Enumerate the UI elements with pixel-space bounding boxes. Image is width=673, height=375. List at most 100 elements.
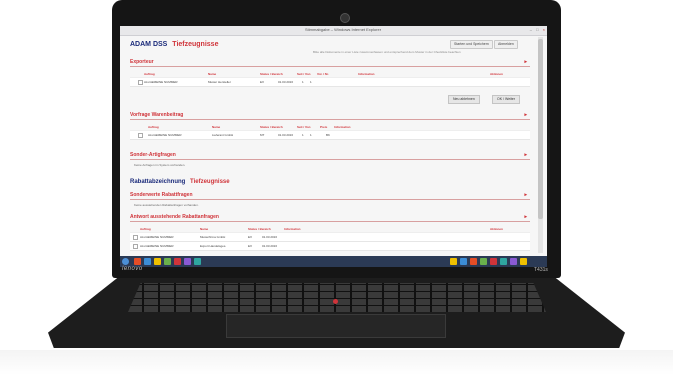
col-seit: Seit / Von [297, 72, 311, 76]
cell-status: EX [260, 80, 265, 84]
expand-icon[interactable]: ▸ [524, 111, 527, 119]
row-checkbox[interactable] [133, 235, 138, 240]
tray-icon[interactable] [520, 258, 527, 265]
cell-date: 01.03.2016 [262, 244, 278, 248]
taskbar-app-icon[interactable] [134, 258, 141, 265]
col-auftrag: Auftrag [144, 72, 155, 76]
expand-icon[interactable]: ▸ [524, 151, 527, 159]
taskbar-app-icon[interactable] [164, 258, 171, 265]
col-information: Information [358, 72, 375, 76]
section-ausstehende-header[interactable]: Antwort ausstehende Rabattanfragen ▸ [130, 213, 530, 222]
tray-icon[interactable] [500, 258, 507, 265]
tray-icon[interactable] [470, 258, 477, 265]
expand-icon[interactable]: ▸ [524, 191, 527, 199]
cell-name: Muster Hersteller [208, 80, 231, 84]
cell-status: EX [248, 244, 253, 248]
maximize-icon[interactable]: □ [536, 27, 538, 32]
table-row[interactable]: ALLGEMEINE NUMMER Lieferant GmbH MT 01.0… [130, 131, 530, 140]
taskbar-app-icon[interactable] [174, 258, 181, 265]
trackpoint-icon [333, 299, 338, 304]
col-auftrag: Auftrag [140, 227, 151, 231]
col-information: Information [284, 227, 301, 231]
close-icon[interactable]: × [543, 27, 545, 32]
laptop-screen: Stimmabgabe – Windows Internet Explorer … [120, 26, 547, 267]
col-aktionen: Aktionen [490, 72, 503, 76]
exporteur-table: Auftrag Name Status / Bereich Seit / Von… [130, 70, 530, 87]
cell-status: MT [260, 133, 265, 137]
window-title: Stimmabgabe – Windows Internet Explorer [305, 27, 382, 32]
cell-nr: 1 [310, 133, 312, 137]
col-aktionen: Aktionen [490, 227, 503, 231]
minimize-icon[interactable]: – [530, 27, 532, 32]
rabatt-heading-main: Rabattabzeichnung [130, 179, 186, 185]
window-titlebar: Stimmabgabe – Windows Internet Explorer … [120, 26, 547, 36]
cell-auftrag: ALLGEMEINE NUMMER [144, 80, 178, 84]
cell-vol: 1 [302, 80, 304, 84]
section-artigfragen-header[interactable]: Sonder-Artigfragen ▸ [130, 151, 530, 160]
window-controls: – □ × [527, 27, 545, 32]
scroll-thumb[interactable] [538, 39, 543, 219]
touchpad [226, 314, 446, 338]
ok-button[interactable]: OK / Weiter [492, 95, 521, 104]
col-vol: Vol. / Nr. [317, 72, 329, 76]
section-warenbeitrag-header[interactable]: Vorfrage Warenbeitrag ▸ [130, 111, 530, 120]
cell-auftrag: ALLGEMEINE NUMMER [148, 133, 182, 137]
table-header: Auftrag Name Status / Bereich Seit / Von… [130, 70, 530, 78]
vertical-scrollbar[interactable] [538, 37, 543, 253]
brand-name: ADAM DSS [130, 41, 168, 48]
keyboard [128, 283, 546, 312]
reject-button[interactable]: Neu ablehnen [448, 95, 480, 104]
taskbar-app-icon[interactable] [144, 258, 151, 265]
cell-auftrag: ALLGEMEINE NUMMER [140, 235, 174, 239]
col-seit: Seit / Von [297, 125, 311, 129]
taskbar-app-icon[interactable] [184, 258, 191, 265]
section-ausstehende-title: Antwort ausstehende Rabattanfragen [130, 214, 219, 220]
cell-auftrag: ALLGEMEINE NUMMER [140, 244, 174, 248]
table-row[interactable]: ALLGEMEINE NUMMER Musterfirma GmbH EX 01… [130, 233, 530, 242]
warenbeitrag-table: Auftrag Name Status / Bereich Seit / Von… [130, 123, 530, 140]
app-page: ADAM DSS Tiefzeugnisse Starten und Speic… [128, 37, 530, 253]
logout-button[interactable]: Abmelden [494, 40, 518, 49]
tray-icon[interactable] [480, 258, 487, 265]
taskbar [120, 256, 547, 267]
col-preis: Preis [320, 125, 328, 129]
cell-date: 01.03.2016 [278, 133, 294, 137]
col-name: Name [200, 227, 209, 231]
table-row[interactable]: ALLGEMEINE NUMMER Muster Hersteller EX 0… [130, 78, 530, 87]
taskbar-app-icon[interactable] [154, 258, 161, 265]
table-header: Auftrag Name Status / Bereich Seit / Von… [130, 123, 530, 131]
model-label: T431s [534, 267, 548, 273]
table-row[interactable]: ALLGEMEINE NUMMER Export Handelsges. EX … [130, 242, 530, 251]
cell-name: Musterfirma GmbH [200, 235, 226, 239]
cell-status: EX [248, 235, 253, 239]
tray-icon[interactable] [510, 258, 517, 265]
rabatt-heading: Rabattabzeichnung Tiefzeugnisse [130, 179, 230, 185]
empty-note: Keine Anfragen im System vorhanden. [134, 163, 186, 167]
section-exporteur-header[interactable]: Exporteur ▸ [130, 58, 530, 67]
tray-icon[interactable] [490, 258, 497, 265]
start-button-icon[interactable] [122, 258, 129, 265]
row-checkbox[interactable] [138, 80, 143, 85]
empty-note: Keine ausstehenden Rabattanfragen vorhan… [134, 203, 199, 207]
col-name: Name [208, 72, 217, 76]
save-button[interactable]: Starten und Speichern [450, 40, 493, 49]
expand-icon[interactable]: ▸ [524, 213, 527, 221]
cell-vol: 1 [302, 133, 304, 137]
info-note: Bitte alle Dokumente in einer Liste zusa… [313, 50, 461, 54]
cell-date: 01.03.2016 [278, 80, 294, 84]
tray-icon[interactable] [460, 258, 467, 265]
row-checkbox[interactable] [133, 244, 138, 249]
webcam-icon [340, 13, 350, 23]
col-name: Name [212, 125, 221, 129]
taskbar-app-icon[interactable] [194, 258, 201, 265]
section-artigfragen-title: Sonder-Artigfragen [130, 152, 176, 158]
cell-name: Lieferant GmbH [212, 133, 234, 137]
section-sonderwerte-title: Sonderwerte Rabattfragen [130, 192, 193, 198]
expand-icon[interactable]: ▸ [524, 58, 527, 66]
section-sonderwerte-header[interactable]: Sonderwerte Rabattfragen ▸ [130, 191, 530, 200]
ausstehende-table: Auftrag Name Status / Bereich Informatio… [130, 225, 530, 251]
tray-icon[interactable] [450, 258, 457, 265]
row-checkbox[interactable] [138, 133, 143, 138]
rabatt-heading-accent: Tiefzeugnisse [190, 179, 230, 185]
col-information: Information [334, 125, 351, 129]
